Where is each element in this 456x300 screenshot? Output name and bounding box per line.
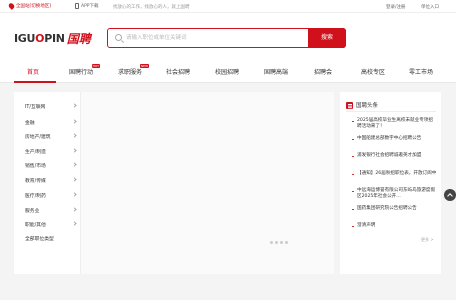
chevron-right-icon — [72, 147, 77, 153]
news-item[interactable]: 【通知】26届秋招职位表，开放订阅中 — [352, 171, 437, 177]
category-item[interactable]: 销售/市场 — [25, 161, 81, 169]
logo-text-o: O — [35, 32, 45, 45]
site-logo[interactable]: IGUOPIN 国聘 — [14, 30, 91, 47]
chevron-right-icon — [72, 206, 77, 212]
search-icon — [115, 34, 122, 41]
nav-item-high-end[interactable]: 国聘高端 — [264, 67, 288, 76]
active-tab-indicator — [14, 81, 56, 83]
category-list: IT/互联网 金融 房地产/建筑 生产/制造 销售/市场 教育/传媒 医疗/制药… — [14, 92, 81, 274]
category-label: 全部职位类型 — [25, 237, 54, 242]
chevron-right-icon — [72, 220, 77, 226]
category-label: 金融 — [25, 121, 35, 126]
banner-carousel[interactable] — [81, 92, 334, 274]
carousel-dot[interactable] — [280, 241, 283, 244]
category-item-all[interactable]: 全部职位类型 — [25, 235, 81, 242]
category-label: 生产/制造 — [25, 150, 46, 155]
news-item[interactable]: 国药集团研究院公告招聘公告 — [352, 206, 437, 212]
category-item[interactable]: 服务业 — [25, 206, 81, 214]
category-label: 教育/传媒 — [25, 179, 46, 184]
nav-item-job-service[interactable]: 求职服务 NEW — [118, 64, 150, 76]
category-label: 医疗/制药 — [25, 194, 46, 199]
nav-item-campus-recruit[interactable]: 校园招聘 — [215, 67, 239, 76]
header: IGUOPIN 国聘 搜索 — [0, 13, 456, 61]
top-bar: 全国站[切换地区] APP下载 找放心的工作，找放心的人，就上国聘 登录/注册 … — [0, 0, 456, 13]
news-item[interactable]: 中远海运博誉有限公司东屿岛旅游度假区2025年社会公开… — [352, 188, 437, 200]
headlines-header: 国聘头条 — [346, 101, 378, 109]
category-item[interactable]: IT/互联网 — [25, 102, 81, 110]
location-pin-icon — [7, 2, 16, 10]
category-item[interactable]: 生产/制造 — [25, 147, 81, 155]
chevron-right-icon — [72, 161, 77, 167]
main-panel: IT/互联网 金融 房地产/建筑 生产/制造 销售/市场 教育/传媒 医疗/制药… — [14, 92, 334, 274]
search-box: 搜索 — [107, 27, 346, 48]
chevron-right-icon — [72, 132, 77, 138]
news-icon — [346, 101, 353, 109]
category-item[interactable]: 教育/传媒 — [25, 176, 81, 184]
nav-item-guopin-action[interactable]: 国聘行动 HOT — [69, 64, 101, 76]
hot-badge: HOT — [91, 64, 101, 68]
news-item[interactable]: 澄清声明 — [352, 223, 437, 229]
headlines-title: 国聘头条 — [356, 103, 379, 109]
app-download-link[interactable]: APP下载 — [75, 3, 99, 9]
category-label: 销售/市场 — [25, 164, 46, 169]
news-item[interactable]: 浦发银行社会招聘诚邀英才加盟 — [352, 153, 437, 159]
nav-label: 国聘行动 — [69, 69, 94, 76]
category-item[interactable]: 房地产/建筑 — [25, 132, 81, 140]
news-item[interactable]: 中国船建总部数字中心招聘公告 — [352, 136, 437, 142]
chevron-right-icon — [72, 176, 77, 182]
login-register-link[interactable]: 登录/注册 — [386, 4, 406, 10]
chevron-right-icon — [72, 102, 77, 108]
nav-item-social-recruit[interactable]: 社会招聘 — [166, 67, 190, 76]
new-badge: NEW — [139, 64, 150, 68]
nav-item-home[interactable]: 首页 — [27, 67, 39, 76]
slogan: 找放心的工作，找放心的人，就上国聘 — [113, 4, 190, 10]
location-switcher[interactable]: 全国站[切换地区] — [7, 2, 52, 10]
main-nav: 首页 国聘行动 HOT 求职服务 NEW 社会招聘 校园招聘 国聘高端 招聘会 高校… — [0, 61, 456, 83]
logo-wordmark: IGUOPIN — [14, 32, 65, 45]
location-label: 全国站[切换地区] — [16, 4, 52, 9]
nav-item-gig-market[interactable]: 零工市场 — [409, 67, 433, 76]
headlines-panel: 国聘头条 2025届高校毕业生离校未就业专项招聘活动来了！ 中国船建总部数字中心… — [340, 92, 441, 274]
carousel-dot[interactable] — [270, 241, 273, 244]
category-label: IT/互联网 — [25, 105, 46, 110]
logo-text-prefix: IGU — [14, 32, 36, 45]
app-download-label: APP下载 — [81, 4, 99, 9]
category-label: 服务业 — [25, 209, 40, 214]
news-item[interactable]: 2025届高校毕业生离校未就业专项招聘活动来了！ — [352, 118, 437, 130]
divider — [346, 111, 436, 112]
nav-item-job-fair[interactable]: 招聘会 — [314, 67, 332, 76]
category-label: 职能/其他 — [25, 223, 46, 228]
category-item[interactable]: 职能/其他 — [25, 220, 81, 228]
category-label: 房地产/建筑 — [25, 135, 51, 140]
phone-icon — [75, 3, 79, 9]
chevron-right-icon — [72, 191, 77, 197]
logo-text-suffix: PIN — [44, 32, 65, 45]
logo-chinese: 国聘 — [66, 32, 91, 46]
carousel-dots — [270, 241, 288, 244]
chevron-right-icon — [72, 118, 77, 124]
nav-label: 求职服务 — [118, 69, 143, 76]
scroll-to-top-button[interactable] — [444, 189, 456, 201]
search-button[interactable]: 搜索 — [308, 27, 346, 48]
carousel-dot[interactable] — [275, 241, 278, 244]
category-item[interactable]: 医疗/制药 — [25, 191, 81, 199]
employer-entry-link[interactable]: 单位入口 — [421, 4, 439, 10]
more-link[interactable]: 更多 > — [421, 237, 434, 243]
carousel-dot[interactable] — [285, 241, 288, 244]
category-item[interactable]: 金融 — [25, 118, 81, 126]
search-input[interactable] — [126, 31, 306, 45]
nav-item-university-zone[interactable]: 高校专区 — [361, 67, 385, 76]
